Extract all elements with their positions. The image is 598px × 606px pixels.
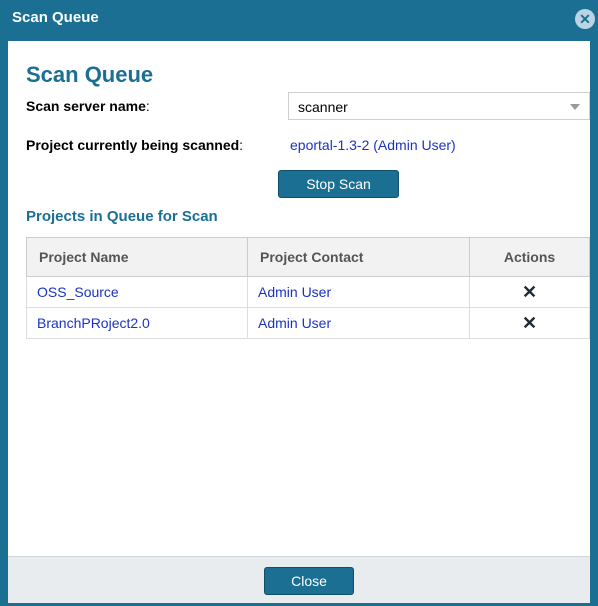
close-button[interactable]: Close xyxy=(264,567,354,595)
dialog-titlebar: Scan Queue ✕ xyxy=(0,0,598,41)
page-title: Scan Queue xyxy=(26,62,154,87)
scan-queue-dialog: Scan Queue ✕ Scan Queue Scan server name… xyxy=(0,0,598,606)
project-contact-link[interactable]: Admin User xyxy=(247,276,470,308)
current-project-colon: : xyxy=(239,137,244,153)
remove-x-icon[interactable]: ✕ xyxy=(469,276,590,308)
table-header-row: Project Name Project Contact Actions xyxy=(26,237,590,277)
current-project-label-text: Project currently being scanned xyxy=(26,137,240,153)
project-contact-link[interactable]: Admin User xyxy=(247,307,470,339)
queue-heading: Projects in Queue for Scan xyxy=(26,208,218,225)
close-circle-icon[interactable]: ✕ xyxy=(575,9,595,29)
queue-table: Project Name Project Contact Actions OSS… xyxy=(26,237,590,339)
current-project-link[interactable]: eportal-1.3-2 (Admin User) xyxy=(290,137,456,153)
stop-scan-button[interactable]: Stop Scan xyxy=(278,170,399,198)
project-name-link[interactable]: BranchPRoject2.0 xyxy=(26,307,248,339)
column-project-name: Project Name xyxy=(26,237,248,277)
table-row: OSS_Source Admin User ✕ xyxy=(26,276,590,308)
project-name-link[interactable]: OSS_Source xyxy=(26,276,248,308)
server-name-colon: : xyxy=(145,98,150,114)
server-name-label: Scan server name: xyxy=(26,98,150,114)
column-project-contact: Project Contact xyxy=(247,237,470,277)
remove-x-icon[interactable]: ✕ xyxy=(469,307,590,339)
server-name-label-text: Scan server name xyxy=(26,98,146,114)
chevron-down-icon xyxy=(570,104,580,110)
column-actions: Actions xyxy=(469,237,590,277)
scan-server-value: scanner xyxy=(298,99,348,115)
current-project-label: Project currently being scanned: xyxy=(26,137,243,153)
table-row: BranchPRoject2.0 Admin User ✕ xyxy=(26,307,590,339)
dialog-footer: Close xyxy=(8,556,590,603)
scan-server-select[interactable]: scanner xyxy=(288,92,590,120)
dialog-title: Scan Queue xyxy=(12,9,99,26)
